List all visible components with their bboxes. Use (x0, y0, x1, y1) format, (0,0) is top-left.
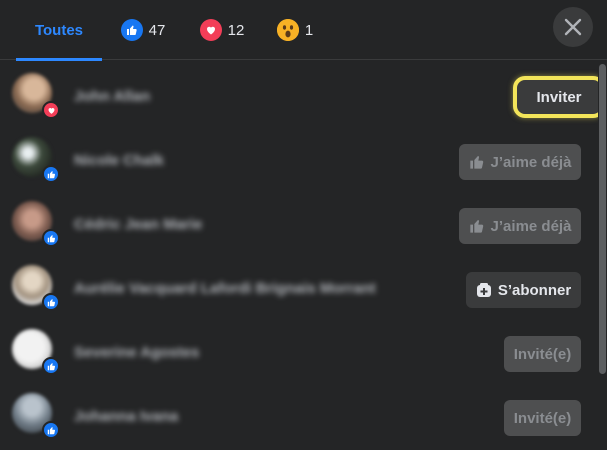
avatar[interactable] (12, 265, 60, 313)
like-reaction-badge-icon (42, 293, 60, 311)
invited-button-label: Invité(e) (513, 345, 572, 363)
invite-button-label: Inviter (536, 88, 582, 106)
person-name[interactable]: Johanna Ivana (74, 408, 178, 425)
person-name[interactable]: Aurélie Vacquard Lafordi Brignais Morran… (74, 280, 376, 297)
invited-button: Invité(e) (504, 336, 581, 372)
list-item: John Allan Inviter (0, 66, 598, 128)
reactions-tab-bar: Toutes 47 12 1 (0, 0, 607, 61)
like-reaction-badge-icon (42, 165, 60, 183)
tab-all-label: Toutes (34, 21, 84, 39)
like-reaction-badge-icon (42, 357, 60, 375)
thumbs-up-icon (469, 154, 485, 170)
invited-button-label: Invité(e) (513, 409, 572, 427)
list-item: Severine Agostes Invité(e) (0, 322, 598, 384)
tab-all[interactable]: Toutes (16, 0, 102, 61)
follow-icon (476, 282, 492, 298)
love-reaction-badge-icon (42, 101, 60, 119)
wow-count: 1 (304, 21, 314, 39)
close-button[interactable] (553, 7, 593, 47)
list-item: Johanna Ivana Invité(e) (0, 386, 598, 448)
avatar[interactable] (12, 137, 60, 185)
already-liked-label: J’aime déjà (490, 217, 572, 235)
wow-reaction-icon (276, 19, 299, 41)
like-reaction-badge-icon (42, 229, 60, 247)
follow-button[interactable]: S’abonner (466, 272, 581, 308)
like-count: 47 (148, 21, 166, 39)
list-item: Cédric Jean Marie J’aime déjà (0, 194, 598, 256)
love-count: 12 (227, 21, 245, 39)
invite-button[interactable]: Inviter (513, 76, 598, 118)
avatar[interactable] (12, 73, 60, 121)
close-icon (564, 18, 582, 36)
like-reaction-badge-icon (42, 421, 60, 439)
avatar[interactable] (12, 201, 60, 249)
already-liked-button: J’aime déjà (459, 208, 581, 244)
thumbs-up-icon (469, 218, 485, 234)
scrollbar[interactable] (598, 60, 607, 450)
reactions-list: John Allan Inviter Nicole Chalk J’aime d… (0, 66, 598, 450)
avatar[interactable] (12, 329, 60, 377)
tab-wow[interactable]: 1 (270, 0, 320, 60)
person-name[interactable]: John Allan (74, 88, 150, 105)
invited-button: Invité(e) (504, 400, 581, 436)
like-reaction-icon (120, 19, 143, 41)
list-item: Aurélie Vacquard Lafordi Brignais Morran… (0, 258, 598, 320)
avatar[interactable] (12, 393, 60, 441)
tab-love[interactable]: 12 (192, 0, 252, 60)
already-liked-label: J’aime déjà (490, 153, 572, 171)
tab-like[interactable]: 47 (112, 0, 174, 60)
person-name[interactable]: Nicole Chalk (74, 152, 164, 169)
follow-button-label: S’abonner (497, 281, 572, 299)
person-name[interactable]: Severine Agostes (74, 344, 199, 361)
love-reaction-icon (199, 19, 222, 41)
already-liked-button: J’aime déjà (459, 144, 581, 180)
scrollbar-thumb[interactable] (599, 64, 606, 374)
person-name[interactable]: Cédric Jean Marie (74, 216, 202, 233)
list-item: Nicole Chalk J’aime déjà (0, 130, 598, 192)
